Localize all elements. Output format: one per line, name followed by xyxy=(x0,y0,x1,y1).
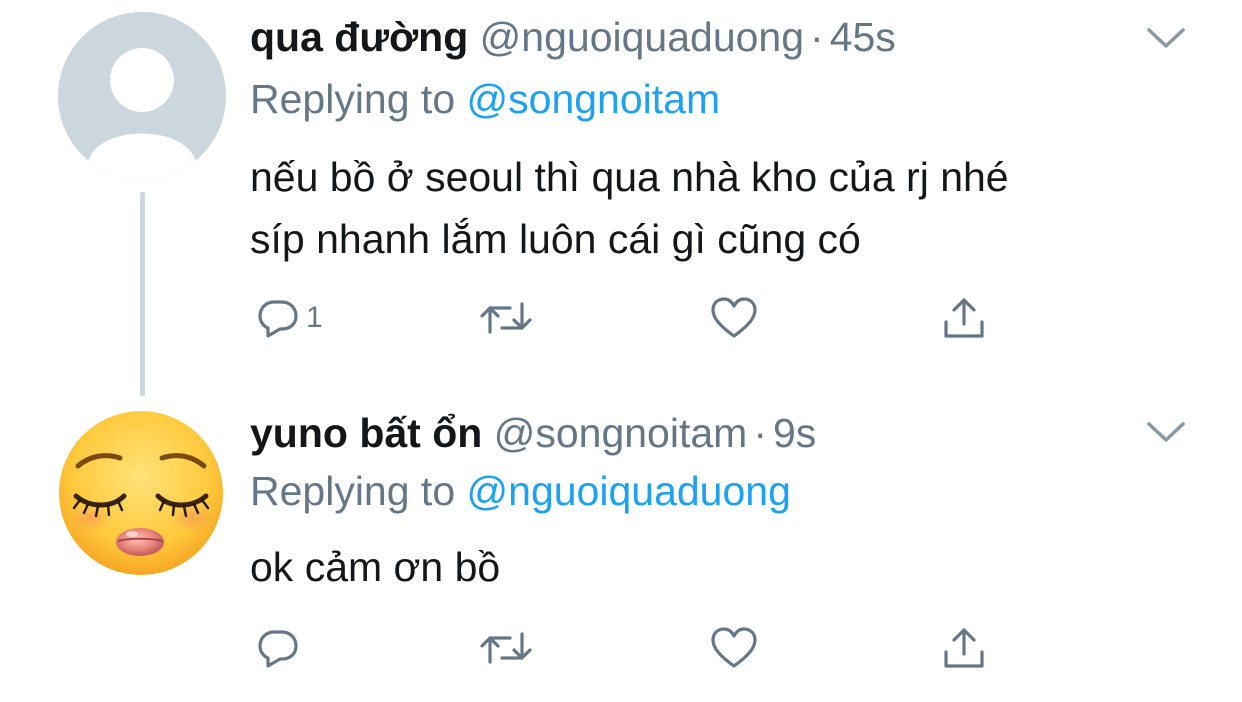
retweet-icon xyxy=(478,626,534,670)
tweet-text-line: síp nhanh lắm luôn cái gì cũng có xyxy=(250,216,861,262)
replying-to: Replying to @nguoiquaduong xyxy=(250,466,791,516)
tweet-text-line: nếu bồ ở seoul thì qua nhà kho của rj nh… xyxy=(250,154,1009,200)
tweet-actions: 1 xyxy=(250,290,1010,350)
tweet-text: ok cảm ơn bồ xyxy=(250,536,1190,598)
tweet-text: nếu bồ ở seoul thì qua nhà kho của rj nh… xyxy=(250,146,1190,270)
chevron-down-icon[interactable] xyxy=(1146,26,1186,50)
reply-icon xyxy=(256,626,300,670)
tweet-text-line: ok cảm ơn bồ xyxy=(250,544,501,590)
tweet[interactable]: yuno bất ổn @songnoitam · 9s Replying to @… xyxy=(0,396,1242,702)
reply-button[interactable]: 1 xyxy=(256,290,323,346)
mention-link[interactable]: @songnoitam xyxy=(467,76,721,122)
tweet-actions xyxy=(250,620,1010,680)
share-icon xyxy=(940,624,988,672)
heart-icon xyxy=(710,296,758,340)
tweet-thread: qua đường @nguoiquaduong · 45s Replying to… xyxy=(0,0,1242,702)
share-icon xyxy=(940,294,988,342)
display-name[interactable]: yuno bất ổn xyxy=(250,410,482,456)
reply-icon xyxy=(256,296,300,340)
separator-dot: · xyxy=(810,14,824,60)
replying-to: Replying to @songnoitam xyxy=(250,74,720,124)
like-button[interactable] xyxy=(710,620,758,676)
chevron-down-icon[interactable] xyxy=(1146,420,1186,444)
like-button[interactable] xyxy=(710,290,758,346)
display-name[interactable]: qua đường xyxy=(250,14,468,60)
tweet-header: qua đường @nguoiquaduong · 45s xyxy=(250,12,896,62)
replying-to-label: Replying to xyxy=(250,76,456,122)
reply-button[interactable] xyxy=(256,620,306,676)
heart-icon xyxy=(710,626,758,670)
user-handle[interactable]: @songnoitam xyxy=(494,410,748,456)
replying-to-label: Replying to xyxy=(250,468,456,514)
mention-link[interactable]: @nguoiquaduong xyxy=(467,468,791,514)
timestamp[interactable]: 9s xyxy=(773,410,816,456)
timestamp[interactable]: 45s xyxy=(830,14,896,60)
share-button[interactable] xyxy=(940,290,988,346)
tweet-header: yuno bất ổn @songnoitam · 9s xyxy=(250,408,816,458)
reply-count: 1 xyxy=(306,301,323,334)
emoji-avatar-icon[interactable] xyxy=(58,410,224,576)
default-avatar-icon[interactable] xyxy=(58,12,226,180)
retweet-button[interactable] xyxy=(478,290,534,346)
share-button[interactable] xyxy=(940,620,988,676)
tweet[interactable]: qua đường @nguoiquaduong · 45s Replying to… xyxy=(0,0,1242,396)
separator-dot: · xyxy=(753,410,767,456)
user-handle[interactable]: @nguoiquaduong xyxy=(480,14,804,60)
retweet-button[interactable] xyxy=(478,620,534,676)
retweet-icon xyxy=(478,296,534,340)
